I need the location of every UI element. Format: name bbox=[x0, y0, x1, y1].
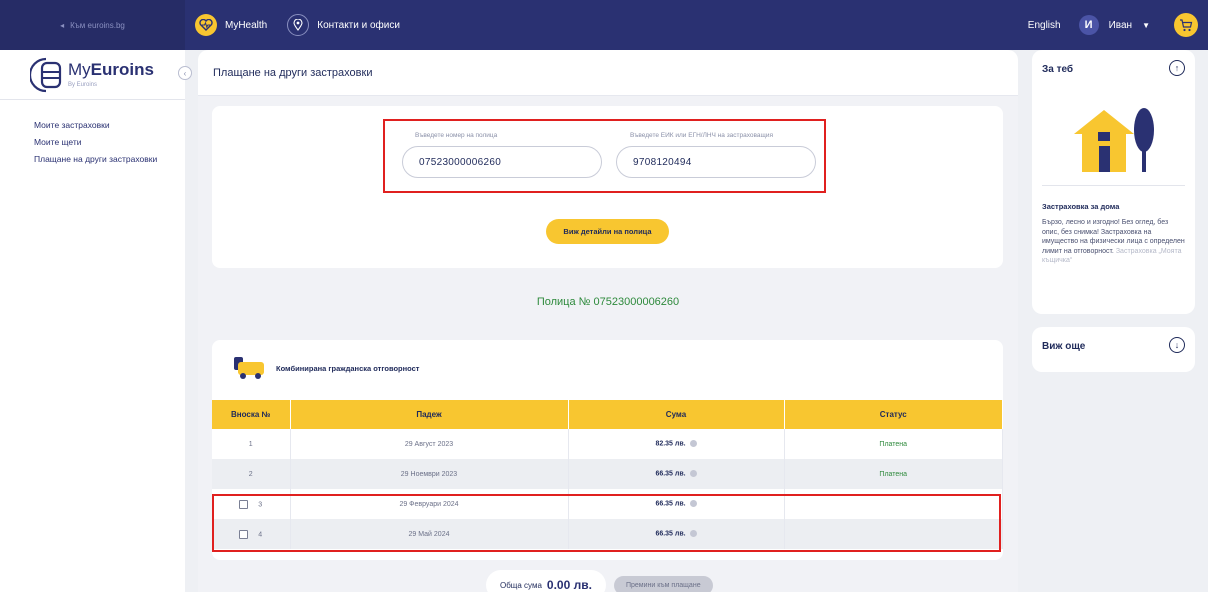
arrow-down-icon[interactable]: ↓ bbox=[1169, 337, 1185, 353]
cart-icon[interactable] bbox=[1174, 13, 1198, 37]
policy-number-title: Полица № 07523000006260 bbox=[536, 296, 680, 308]
for-you-title: За теб bbox=[1042, 64, 1074, 75]
logo-text: MyEuroins bbox=[68, 60, 154, 79]
table-header-row: Вноска № Падеж Сума Статус bbox=[212, 400, 1003, 429]
back-link-label: Към euroins.bg bbox=[70, 20, 125, 30]
top-right: English И Иван ▼ bbox=[1028, 13, 1208, 37]
top-nav: MyHealth Контакти и офиси bbox=[195, 14, 400, 36]
see-more-panel[interactable]: Виж още ↓ bbox=[1032, 327, 1195, 372]
amount-cell: 82.35 лв. bbox=[568, 429, 785, 459]
sidebar-item-pay-other[interactable]: Плащане на други застраховки bbox=[34, 154, 185, 164]
promo-text: Бързо, лесно и изгодно! Без оглед, без о… bbox=[1042, 219, 1185, 264]
total-label: Обща сума bbox=[500, 580, 542, 590]
chevron-left-icon: ◂ bbox=[60, 20, 65, 30]
search-form-card: Въведете номер на полица 07523000006260 … bbox=[212, 106, 1003, 268]
highlight-box-unpaid bbox=[212, 494, 1001, 552]
highlight-box-inputs bbox=[383, 119, 826, 193]
logo-subtitle: By Euroins bbox=[68, 82, 98, 88]
sidebar-item-my-claims[interactable]: Моите щети bbox=[34, 137, 185, 147]
panel-divider bbox=[1042, 185, 1185, 186]
house-tree-illustration bbox=[1074, 108, 1154, 172]
chevron-down-icon[interactable]: ▼ bbox=[1142, 21, 1150, 30]
user-name[interactable]: Иван bbox=[1109, 20, 1132, 31]
page-title: Плащане на други застраховки bbox=[213, 67, 373, 79]
promo-title: Застраховка за дома bbox=[1042, 202, 1120, 211]
product-header: Комбинирана гражданска отговорност bbox=[232, 355, 419, 381]
col-amount: Сума bbox=[568, 400, 785, 429]
col-due: Падеж bbox=[290, 400, 569, 429]
nav-contacts[interactable]: Контакти и офиси bbox=[317, 20, 400, 31]
installment-number: 2 bbox=[212, 459, 291, 489]
info-icon[interactable] bbox=[689, 470, 697, 478]
collapse-sidebar-button[interactable]: ‹ bbox=[178, 66, 192, 80]
see-more-title: Виж още bbox=[1042, 341, 1086, 352]
language-switch[interactable]: English bbox=[1028, 20, 1061, 31]
view-policy-details-button[interactable]: Виж детайли на полица bbox=[546, 219, 669, 244]
avatar[interactable]: И bbox=[1078, 15, 1099, 35]
euroins-logo-icon bbox=[30, 57, 62, 92]
top-bar: ◂ Към euroins.bg MyHealth Контакти и офи… bbox=[0, 0, 1208, 50]
status-cell: Платена bbox=[784, 459, 1003, 489]
main-panel: Плащане на други застраховки Въведете но… bbox=[198, 50, 1018, 592]
for-you-panel: За теб ↑ Застраховка за дома Бързо, лесн… bbox=[1032, 50, 1195, 314]
due-date: 29 Ноември 2023 bbox=[290, 459, 569, 489]
location-pin-icon bbox=[287, 14, 310, 36]
sidebar: MyEuroins By Euroins Моите застраховки М… bbox=[0, 50, 185, 592]
arrow-up-icon[interactable]: ↑ bbox=[1169, 60, 1185, 76]
col-installment: Вноска № bbox=[212, 400, 291, 429]
info-icon[interactable] bbox=[689, 440, 697, 448]
total-amount: Обща сума 0.00 лв. bbox=[486, 570, 606, 592]
sidebar-menu: Моите застраховки Моите щети Плащане на … bbox=[0, 100, 185, 164]
back-to-site-link[interactable]: ◂ Към euroins.bg bbox=[0, 0, 185, 50]
proceed-to-payment-button[interactable]: Премини към плащане bbox=[613, 575, 713, 592]
payment-bar: Обща сума 0.00 лв. Премини към плащане bbox=[486, 570, 713, 592]
chevron-left-icon: ‹ bbox=[183, 68, 187, 78]
sidebar-item-my-insurances[interactable]: Моите застраховки bbox=[34, 120, 185, 130]
heart-pulse-icon bbox=[195, 14, 217, 36]
amount-cell: 66.35 лв. bbox=[568, 459, 785, 489]
table-row: 1 29 Август 2023 82.35 лв. Платена bbox=[212, 429, 1003, 459]
car-icon bbox=[234, 357, 264, 379]
total-value: 0.00 лв. bbox=[546, 578, 592, 592]
col-status: Статус bbox=[784, 400, 1003, 429]
installment-number: 1 bbox=[212, 429, 291, 459]
status-cell: Платена bbox=[784, 429, 1003, 459]
due-date: 29 Август 2023 bbox=[290, 429, 569, 459]
nav-myhealth[interactable]: MyHealth bbox=[225, 20, 267, 31]
product-name: Комбинирана гражданска отговорност bbox=[276, 363, 420, 373]
logo[interactable]: MyEuroins By Euroins bbox=[0, 50, 185, 100]
table-row: 2 29 Ноември 2023 66.35 лв. Платена bbox=[212, 459, 1003, 489]
